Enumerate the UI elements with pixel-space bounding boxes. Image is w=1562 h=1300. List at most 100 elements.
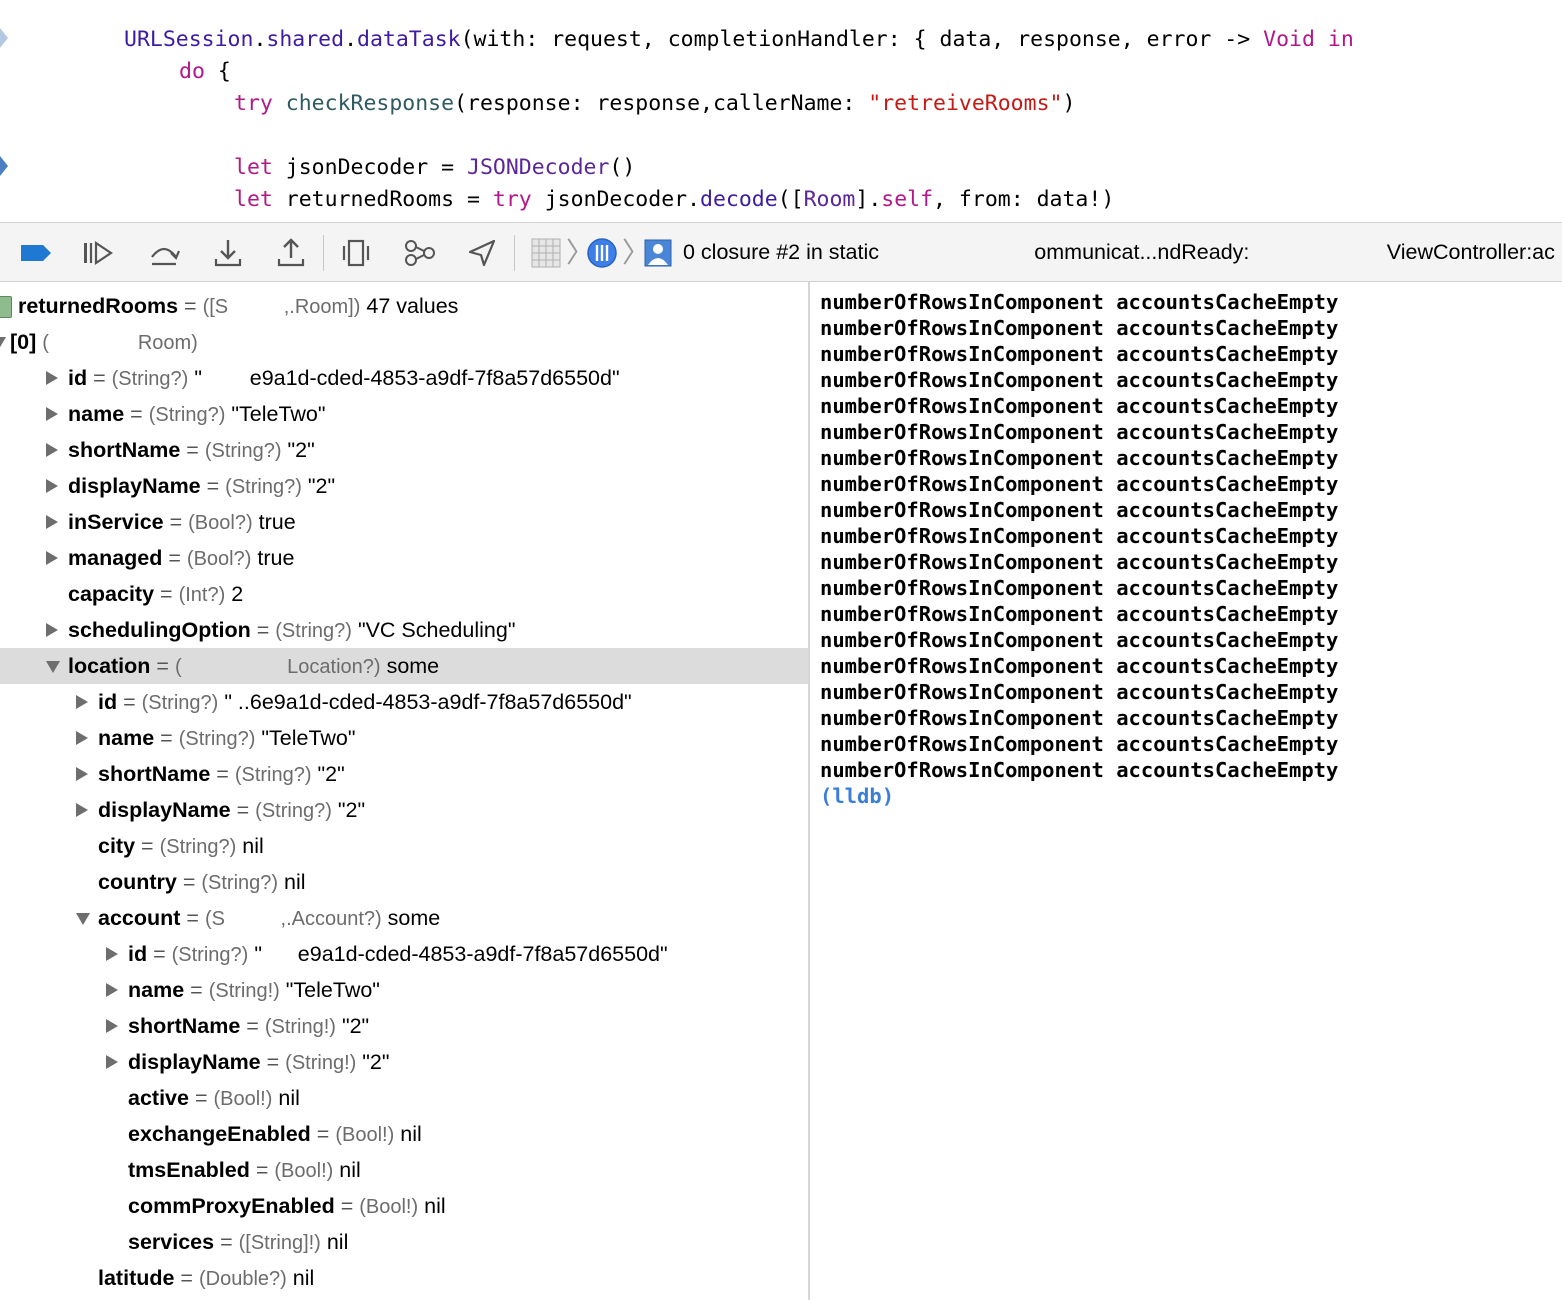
disclosure-collapsed-icon[interactable] xyxy=(46,371,58,385)
console-line: numberOfRowsInComponent accountsCacheEmp… xyxy=(820,316,1339,340)
variable-value: "VC Scheduling" xyxy=(357,618,516,642)
disclosure-collapsed-icon[interactable] xyxy=(106,1055,118,1069)
disclosure-collapsed-icon[interactable] xyxy=(46,551,58,565)
console-line: numberOfRowsInComponent accountsCacheEmp… xyxy=(820,576,1339,600)
variable-row[interactable]: displayName = (String?) "2" xyxy=(0,468,808,504)
disclosure-collapsed-icon[interactable] xyxy=(46,443,58,457)
disclosure-collapsed-icon[interactable] xyxy=(76,695,88,709)
variable-row[interactable]: services = ([String]!) nil xyxy=(0,1224,808,1260)
variable-row[interactable]: tmsEnabled = (Bool!) nil xyxy=(0,1152,808,1188)
variable-value: "TeleTwo" xyxy=(261,726,356,750)
variable-row[interactable]: displayName = (String?) "2" xyxy=(0,792,808,828)
view-hierarchy-button[interactable] xyxy=(336,233,376,273)
process-button[interactable] xyxy=(526,233,566,273)
variable-content: returnedRooms = ([S ,.Room]) 47 values xyxy=(18,288,458,325)
frame-button[interactable] xyxy=(638,233,678,273)
disclosure-collapsed-icon[interactable] xyxy=(46,479,58,493)
variable-row[interactable]: city = (String?) nil xyxy=(0,828,808,864)
variable-row[interactable]: managed = (Bool?) true xyxy=(0,540,808,576)
variable-row[interactable]: name = (String!) "TeleTwo" xyxy=(0,972,808,1008)
variable-value: " e9a1d-cded-4853-a9df-7f8a57d6550d" xyxy=(254,942,668,966)
disclosure-collapsed-icon[interactable] xyxy=(106,947,118,961)
variable-row[interactable]: shortName = (String?) "2" xyxy=(0,432,808,468)
disclosure-collapsed-icon[interactable] xyxy=(76,731,88,745)
variable-row[interactable]: [0] ( Room) xyxy=(0,324,808,360)
memory-graph-button[interactable] xyxy=(400,233,440,273)
variable-row[interactable]: account = (S ,.Account?) some xyxy=(0,900,808,936)
disclosure-collapsed-icon[interactable] xyxy=(76,767,88,781)
disclosure-collapsed-icon[interactable] xyxy=(46,407,58,421)
breakpoint-toggle-button[interactable] xyxy=(16,233,56,273)
variable-value: nil xyxy=(339,1158,361,1182)
code-token: ]. xyxy=(855,187,882,212)
disclosure-collapsed-icon[interactable] xyxy=(106,1019,118,1033)
equals-sign: = xyxy=(210,762,235,786)
code-token: returnedRooms = xyxy=(272,187,493,212)
variable-value: nil xyxy=(400,1122,422,1146)
variable-type: (String?) xyxy=(159,836,237,858)
variable-row[interactable]: shortName = (String!) "2" xyxy=(0,1008,808,1044)
variable-row[interactable]: exchangeEnabled = (Bool!) nil xyxy=(0,1116,808,1152)
variable-content: location = ( Location?) some xyxy=(68,648,439,685)
variable-content: displayName = (String?) "2" xyxy=(98,792,365,829)
variable-type: (Bool!) xyxy=(274,1160,334,1182)
step-into-button[interactable] xyxy=(208,233,248,273)
stack-frame-label[interactable]: 0 closure #2 in static ommunicat...ndRea… xyxy=(683,223,1555,281)
disclosure-expanded-icon[interactable] xyxy=(46,661,60,673)
variable-row[interactable]: displayName = (String!) "2" xyxy=(0,1044,808,1080)
simulate-location-button[interactable] xyxy=(462,233,502,273)
equals-sign: = xyxy=(163,510,189,534)
code-token: decode xyxy=(700,187,778,212)
variable-row[interactable]: id = (String?) " e9a1d-cded-4853-a9df-7f… xyxy=(0,360,808,396)
variables-view[interactable]: returnedRooms = ([S ,.Room]) 47 values [0… xyxy=(0,282,808,1300)
disclosure-collapsed-icon[interactable] xyxy=(76,803,88,817)
continue-button[interactable] xyxy=(78,233,118,273)
variable-row[interactable]: id = (String?) " e9a1d-cded-4853-a9df-7f… xyxy=(0,936,808,972)
equals-sign: = xyxy=(117,690,142,714)
variable-row[interactable]: name = (String?) "TeleTwo" xyxy=(0,396,808,432)
code-line[interactable]: do { xyxy=(179,56,231,88)
code-editor[interactable]: URLSession.shared.dataTask(with: request… xyxy=(0,0,1562,222)
disclosure-expanded-icon[interactable] xyxy=(0,337,6,349)
variable-row[interactable]: latitude = (Double?) nil xyxy=(0,1260,808,1296)
view-hierarchy-icon xyxy=(342,239,370,267)
variable-row[interactable]: returnedRooms = ([S ,.Room]) 47 values xyxy=(0,288,808,324)
variable-type-icon xyxy=(0,296,12,318)
variable-row[interactable]: name = (String?) "TeleTwo" xyxy=(0,720,808,756)
code-line[interactable]: let returnedRooms = try jsonDecoder.deco… xyxy=(234,184,1114,216)
variable-row[interactable]: id = (String?) " ..6e9a1d-cded-4853-a9df… xyxy=(0,684,808,720)
variable-value: "2" xyxy=(307,474,336,498)
disclosure-expanded-icon[interactable] xyxy=(76,913,90,925)
step-out-button[interactable] xyxy=(271,233,311,273)
disclosure-collapsed-icon[interactable] xyxy=(46,515,58,529)
step-over-icon xyxy=(151,247,181,266)
variable-value: " e9a1d-cded-4853-a9df-7f8a57d6550d" xyxy=(194,366,620,390)
code-line[interactable]: try checkResponse(response: response,cal… xyxy=(234,88,1075,120)
variable-row[interactable]: shortName = (String?) "2" xyxy=(0,756,808,792)
variable-row[interactable]: location = ( Location?) some xyxy=(0,648,808,684)
console-line: numberOfRowsInComponent accountsCacheEmp… xyxy=(820,290,1339,314)
code-line[interactable]: let jsonDecoder = JSONDecoder() xyxy=(234,152,635,184)
step-out-icon xyxy=(277,238,305,267)
variable-type: (Bool?) xyxy=(186,548,252,570)
disclosure-collapsed-icon[interactable] xyxy=(106,983,118,997)
variable-row[interactable]: capacity = (Int?) 2 xyxy=(0,576,808,612)
variable-row[interactable]: country = (String?) nil xyxy=(0,864,808,900)
lldb-prompt[interactable]: (lldb) xyxy=(820,783,894,809)
variable-row[interactable]: inService = (Bool?) true xyxy=(0,504,808,540)
variable-content: shortName = (String!) "2" xyxy=(128,1008,369,1045)
variable-value: nil xyxy=(242,834,264,858)
code-token: let xyxy=(234,155,273,180)
variable-row[interactable]: commProxyEnabled = (Bool!) nil xyxy=(0,1188,808,1224)
disclosure-collapsed-icon[interactable] xyxy=(46,623,58,637)
debug-console[interactable]: numberOfRowsInComponent accountsCacheEmp… xyxy=(810,282,1562,1300)
equals-sign: = xyxy=(154,582,179,606)
variable-row[interactable]: schedulingOption = (String?) "VC Schedul… xyxy=(0,612,808,648)
code-line[interactable]: URLSession.shared.dataTask(with: request… xyxy=(124,24,1354,56)
variable-row[interactable]: active = (Bool!) nil xyxy=(0,1080,808,1116)
step-over-button[interactable] xyxy=(144,233,184,273)
variable-name: managed xyxy=(68,546,163,570)
queue-button[interactable] xyxy=(582,233,622,273)
